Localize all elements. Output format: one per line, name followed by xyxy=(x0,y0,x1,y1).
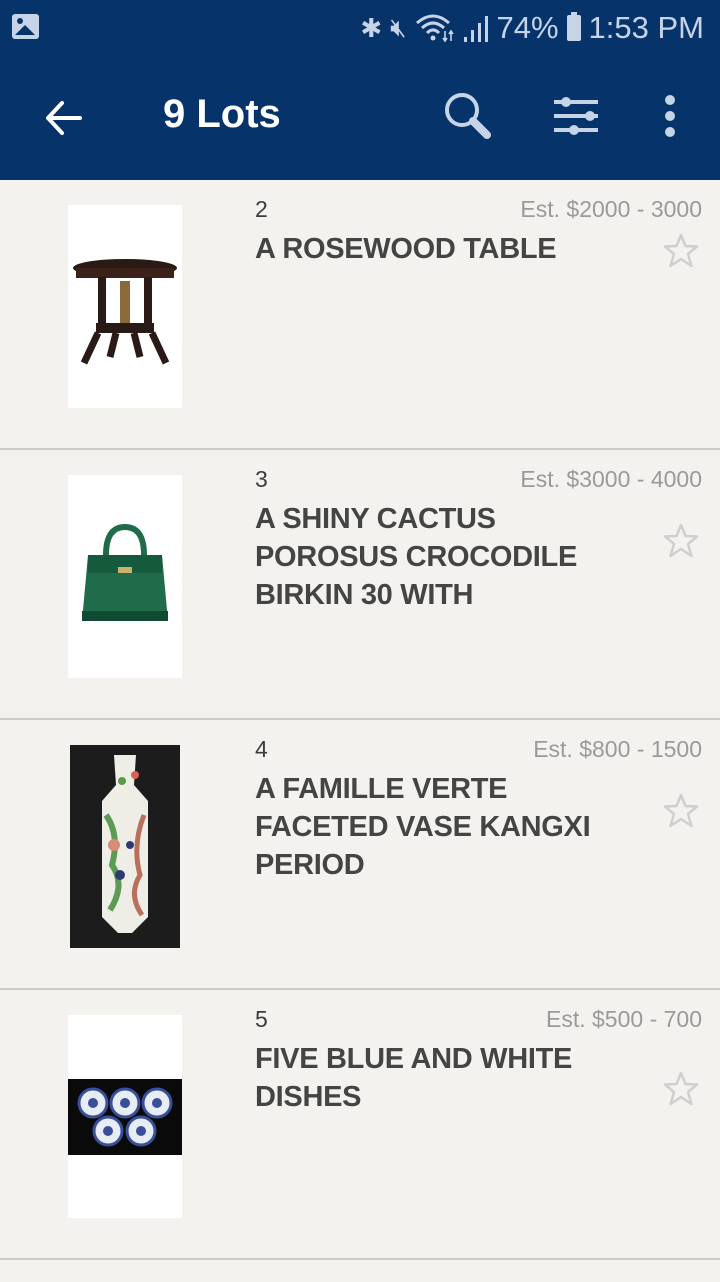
more-options-button[interactable] xyxy=(654,92,686,140)
lot-estimate: Est. $2000 - 3000 xyxy=(520,196,702,222)
clock: 1:53 PM xyxy=(588,10,704,45)
status-right: ✱ 🔇︎ 74% 1:53 PM xyxy=(360,8,704,48)
lot-row[interactable]: 2 Est. $2000 - 3000 A ROSEWOOD TABLE xyxy=(0,180,720,450)
lot-number: 3 xyxy=(255,466,268,492)
lot-estimate: Est. $800 - 1500 xyxy=(533,736,702,762)
app-toolbar: 9 Lots xyxy=(0,56,720,180)
wifi-icon xyxy=(415,14,454,43)
status-bar: ✱ 🔇︎ 74% 1:53 PM xyxy=(0,0,720,56)
gallery-icon xyxy=(12,14,39,39)
favorite-star-icon[interactable] xyxy=(662,792,700,830)
lot-row[interactable]: 5 Est. $500 - 700 FIVE BLUE AND WHITE DI… xyxy=(0,990,720,1260)
lot-thumbnail-rosewood-table xyxy=(68,205,182,408)
lot-thumbnail-green-birkin-bag xyxy=(68,475,182,678)
page-title: 9 Lots xyxy=(163,92,281,136)
lot-title: A SHINY CACTUS POROSUS CROCODILE BIRKIN … xyxy=(255,503,577,611)
lot-title: FIVE BLUE AND WHITE DISHES xyxy=(255,1043,573,1113)
lot-row[interactable]: 4 Est. $800 - 1500 A FAMILLE VERTE FACET… xyxy=(0,720,720,990)
battery-icon xyxy=(566,12,581,41)
battery-percent: 74% xyxy=(496,10,559,45)
next-lot-row-partial[interactable] xyxy=(0,1262,720,1282)
mute-vibrate-icon: 🔇︎ xyxy=(390,12,407,42)
lot-thumbnail-blue-white-dishes xyxy=(68,1015,182,1218)
lot-row[interactable]: 3 Est. $3000 - 4000 A SHINY CACTUS POROS… xyxy=(0,450,720,720)
lot-number: 5 xyxy=(255,1006,268,1032)
favorite-star-icon[interactable] xyxy=(662,522,700,560)
lot-title: A FAMILLE VERTE FACETED VASE KANGXI PERI… xyxy=(255,773,591,881)
lot-number: 2 xyxy=(255,196,268,222)
lot-title: A ROSEWOOD TABLE xyxy=(255,233,557,265)
lot-list: 2 Est. $2000 - 3000 A ROSEWOOD TABLE 3 E… xyxy=(0,180,720,1260)
filter-button[interactable] xyxy=(550,92,602,140)
lot-estimate: Est. $3000 - 4000 xyxy=(520,466,702,492)
signal-icon xyxy=(463,16,488,42)
bluetooth-icon: ✱ xyxy=(360,12,383,43)
lot-thumbnail-famille-verte-vase xyxy=(70,745,180,948)
back-button[interactable] xyxy=(40,94,88,142)
lot-estimate: Est. $500 - 700 xyxy=(546,1006,702,1032)
search-button[interactable] xyxy=(440,88,496,144)
favorite-star-icon[interactable] xyxy=(662,232,700,270)
lot-number: 4 xyxy=(255,736,268,762)
favorite-star-icon[interactable] xyxy=(662,1070,700,1108)
